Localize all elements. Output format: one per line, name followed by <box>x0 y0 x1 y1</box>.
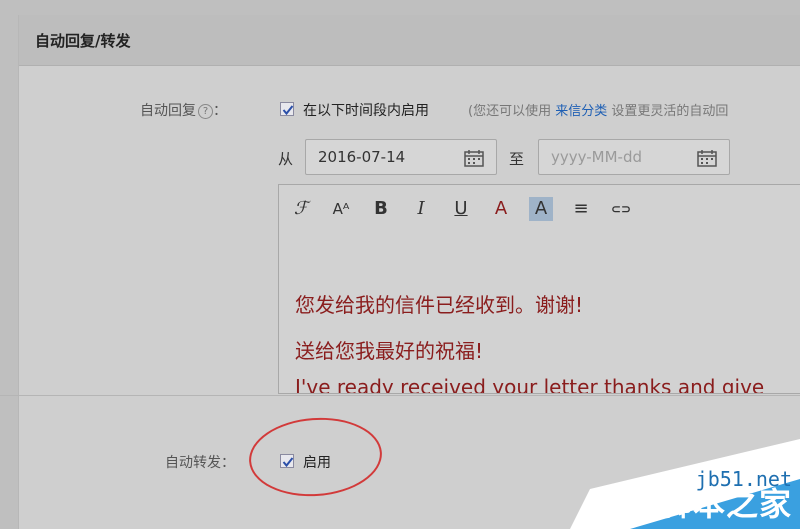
font-size-icon[interactable]: Aᴬ <box>329 197 353 221</box>
date-from-label: 从 <box>278 150 294 168</box>
help-icon[interactable]: ? <box>198 104 213 119</box>
checkmark-icon <box>282 105 294 116</box>
mail-category-link[interactable]: 来信分类 <box>555 104 607 119</box>
link-icon[interactable]: ⊂⊃ <box>609 197 633 221</box>
watermark: jb51.net 脚本之家 <box>570 439 800 529</box>
watermark-name: 脚本之家 <box>659 485 792 523</box>
editor-line-3: I've ready received your letter thanks a… <box>295 375 765 394</box>
calendar-icon[interactable] <box>464 149 484 167</box>
panel-header: 自动回复/转发 <box>19 15 800 66</box>
font-family-icon[interactable]: ℱ <box>289 197 313 221</box>
reply-message-editor[interactable]: ℱ Aᴬ B I U A A ≡ ⊂⊃ 您发给我的信件已经收到。谢谢! 送给您我… <box>278 184 800 394</box>
auto-forward-label-group: 自动转发： <box>165 452 235 472</box>
date-to-input[interactable]: yyyy-MM-dd <box>538 139 730 175</box>
underline-icon[interactable]: U <box>449 197 473 221</box>
auto-reply-enable-label[interactable]: 在以下时间段内启用 <box>303 100 429 120</box>
editor-line-2: 送给您我最好的祝福! <box>295 339 484 363</box>
bold-icon[interactable]: B <box>369 197 393 221</box>
date-to-label: 至 <box>509 150 525 168</box>
background-color-icon[interactable]: A <box>529 197 553 221</box>
calendar-icon[interactable] <box>697 149 717 167</box>
auto-reply-label-colon: ： <box>213 103 227 119</box>
auto-reply-note-prefix: (您还可以使用 <box>468 104 552 119</box>
italic-icon[interactable]: I <box>409 197 433 221</box>
auto-reply-note-suffix: 设置更灵活的自动回 <box>611 104 729 119</box>
auto-reply-note: (您还可以使用 来信分类 设置更灵活的自动回 <box>468 100 728 119</box>
panel-title: 自动回复/转发 <box>35 32 131 50</box>
font-color-icon[interactable]: A <box>489 197 513 221</box>
date-from-input[interactable]: 2016-07-14 <box>305 139 497 175</box>
align-icon[interactable]: ≡ <box>569 197 593 221</box>
auto-reply-label: 自动回复 <box>140 103 196 119</box>
section-divider <box>0 395 800 396</box>
date-to-placeholder: yyyy-MM-dd <box>551 148 642 166</box>
auto-forward-label-colon: ： <box>221 455 235 471</box>
date-from-value: 2016-07-14 <box>318 148 406 166</box>
auto-reply-label-group: 自动回复?： <box>140 100 227 120</box>
editor-line-1: 您发给我的信件已经收到。谢谢! <box>295 293 584 317</box>
auto-reply-enable-checkbox[interactable] <box>280 102 294 116</box>
auto-forward-label: 自动转发 <box>165 455 221 471</box>
